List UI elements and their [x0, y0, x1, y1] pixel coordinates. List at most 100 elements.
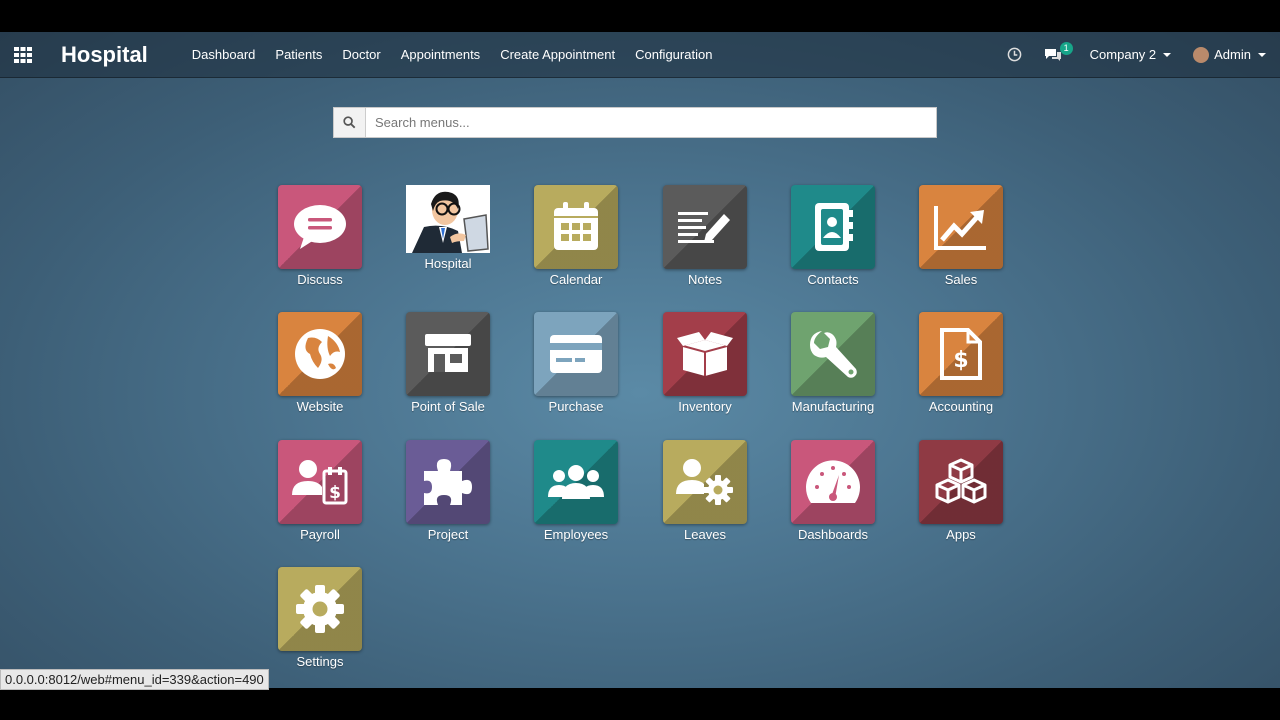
trend-chart-icon: [934, 206, 986, 250]
app-label: Contacts: [807, 272, 859, 287]
app-label: Employees: [543, 527, 609, 542]
credit-card-icon: [550, 335, 602, 373]
app-dashboards[interactable]: Dashboards: [791, 440, 875, 542]
employee-payslip-icon: $: [292, 460, 348, 505]
caret-down-icon: [1163, 52, 1172, 57]
messages-icon[interactable]: 1: [1044, 41, 1073, 62]
gear-icon: [296, 585, 344, 633]
app-label: Payroll: [300, 527, 340, 542]
app-tile: [663, 185, 747, 269]
globe-icon: [295, 329, 345, 379]
user-avatar: [1193, 46, 1210, 63]
menu-create-appointment[interactable]: Create Appointment: [500, 47, 615, 62]
app-accounting[interactable]: $ Accounting: [919, 312, 1003, 414]
calendar-icon: [554, 202, 598, 250]
app-notes[interactable]: Notes: [663, 185, 747, 287]
app-label: Point of Sale: [411, 399, 485, 414]
user-name: Admin: [1214, 47, 1251, 62]
app-brand-title[interactable]: Hospital: [61, 42, 148, 68]
menu-search-bar: [333, 107, 937, 138]
app-label: Leaves: [684, 527, 726, 542]
app-label: Manufacturing: [791, 399, 875, 414]
wrench-icon: [810, 331, 857, 378]
user-gear-icon: [676, 459, 733, 505]
app-tile: $: [919, 312, 1003, 396]
app-tile: [278, 312, 362, 396]
app-contacts[interactable]: Contacts: [791, 185, 875, 287]
puzzle-piece-icon: [424, 459, 472, 505]
app-tile: [791, 312, 875, 396]
app-label: Hospital: [424, 256, 472, 271]
app-tile: [534, 312, 618, 396]
address-book-icon: [815, 203, 853, 251]
svg-text:$: $: [953, 348, 968, 373]
chat-bubble-icon: [294, 205, 346, 249]
cubes-icon: [935, 458, 987, 504]
app-project[interactable]: Project: [406, 440, 490, 542]
notes-pencil-icon: [678, 212, 730, 243]
app-tile: [278, 567, 362, 651]
menu-doctor[interactable]: Doctor: [342, 47, 380, 62]
company-switcher[interactable]: Company 2: [1089, 47, 1172, 62]
app-calendar[interactable]: Calendar: [534, 185, 618, 287]
app-label: Calendar: [549, 272, 603, 287]
caret-down-icon: [1258, 52, 1266, 57]
open-box-icon: [677, 332, 733, 376]
app-hospital[interactable]: Hospital: [406, 185, 490, 271]
menu-appointments[interactable]: Appointments: [401, 47, 481, 62]
doctor-illustration: [406, 185, 490, 253]
app-sales[interactable]: Sales: [919, 185, 1003, 287]
activity-clock-icon[interactable]: [1007, 47, 1022, 62]
apps-grid-icon[interactable]: [0, 32, 45, 77]
app-label: Discuss: [297, 272, 343, 287]
app-tile: [534, 440, 618, 524]
app-tile: [406, 440, 490, 524]
app-website[interactable]: Website: [278, 312, 362, 414]
app-tile: [919, 440, 1003, 524]
top-navbar: Hospital Dashboard Patients Doctor Appoi…: [0, 32, 1280, 78]
app-settings[interactable]: Settings: [278, 567, 362, 669]
menu-dashboard[interactable]: Dashboard: [192, 47, 256, 62]
app-label: Inventory: [678, 399, 732, 414]
app-leaves[interactable]: Leaves: [663, 440, 747, 542]
app-label: Settings: [296, 654, 344, 669]
app-tile: $: [278, 440, 362, 524]
shop-icon: [425, 334, 471, 372]
navbar-systray: 1 Company 2 Admin: [1007, 41, 1280, 63]
svg-text:$: $: [329, 483, 341, 503]
user-menu[interactable]: Admin: [1193, 46, 1266, 63]
app-payroll[interactable]: $ Payroll: [278, 440, 362, 542]
menu-patients[interactable]: Patients: [275, 47, 322, 62]
app-tile: [919, 185, 1003, 269]
menu-configuration[interactable]: Configuration: [635, 47, 712, 62]
app-manufacturing[interactable]: Manufacturing: [791, 312, 875, 414]
app-label: Apps: [946, 527, 976, 542]
app-label: Purchase: [548, 399, 604, 414]
users-group-icon: [548, 465, 604, 499]
gauge-icon: [806, 460, 860, 503]
app-label: Website: [296, 399, 344, 414]
app-point-of-sale[interactable]: Point of Sale: [406, 312, 490, 414]
app-label: Sales: [944, 272, 978, 287]
app-tile: [663, 440, 747, 524]
app-label: Dashboards: [797, 527, 869, 542]
search-menus-input[interactable]: [366, 108, 936, 137]
app-tile: [278, 185, 362, 269]
app-tile: [791, 185, 875, 269]
app-label: Notes: [688, 272, 722, 287]
company-name: Company 2: [1089, 47, 1157, 62]
app-tile: [791, 440, 875, 524]
invoice-dollar-icon: $: [940, 328, 982, 380]
app-tile: [663, 312, 747, 396]
search-icon[interactable]: [334, 108, 366, 137]
main-menu: Dashboard Patients Doctor Appointments C…: [192, 47, 733, 62]
status-bar-url: 0.0.0.0:8012/web#menu_id=339&action=490: [0, 669, 269, 690]
app-tile: [406, 312, 490, 396]
app-tile: [534, 185, 618, 269]
app-employees[interactable]: Employees: [534, 440, 618, 542]
app-label: Project: [427, 527, 469, 542]
app-inventory[interactable]: Inventory: [663, 312, 747, 414]
app-discuss[interactable]: Discuss: [278, 185, 362, 287]
app-apps[interactable]: Apps: [919, 440, 1003, 542]
app-purchase[interactable]: Purchase: [534, 312, 618, 414]
